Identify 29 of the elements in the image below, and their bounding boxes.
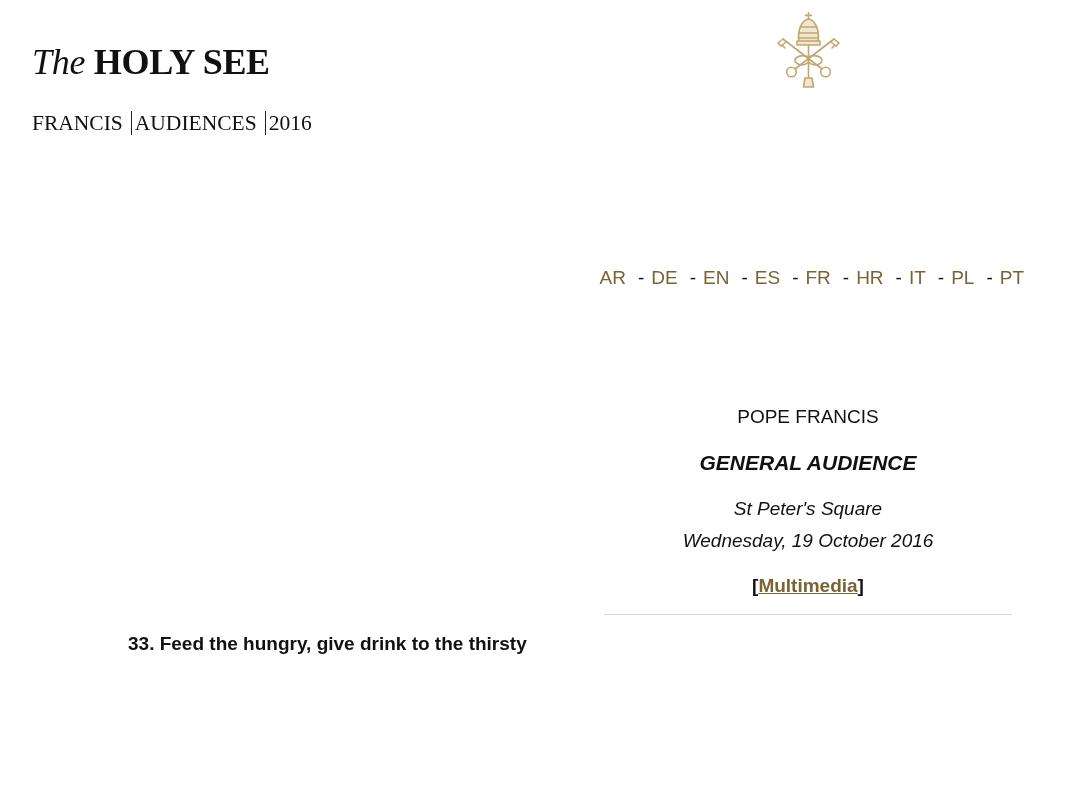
holy-see-logo[interactable]: The HOLY SEE: [32, 40, 270, 84]
language-separator: -: [895, 266, 902, 290]
breadcrumb-link[interactable]: FRANCIS: [32, 111, 123, 135]
place-text: St Peter's Square: [733, 497, 883, 521]
language-separator: -: [842, 266, 850, 290]
language-link[interactable]: PT: [999, 266, 1024, 290]
language-link[interactable]: PL: [951, 266, 975, 290]
language-separator: -: [792, 266, 799, 290]
multimedia-link[interactable]: Multimedia: [758, 575, 858, 596]
language-link[interactable]: EN: [703, 266, 730, 290]
language-link[interactable]: AR: [599, 266, 626, 290]
author-name: POPE FRANCIS: [737, 405, 879, 429]
language-link[interactable]: IT: [908, 266, 926, 290]
language-separator: -: [689, 266, 697, 290]
language-separator: -: [741, 266, 748, 290]
event-heading: GENERAL AUDIENCE: [699, 450, 917, 476]
audience-title: 33. Feed the hungry, give drink to the thirsty: [128, 632, 527, 656]
date-text: Wednesday, 19 October 2016: [682, 529, 934, 553]
language-separator: -: [638, 266, 645, 290]
breadcrumb-link[interactable]: AUDIENCES: [130, 111, 257, 135]
language-link[interactable]: DE: [651, 266, 678, 290]
language-link[interactable]: HR: [856, 266, 884, 290]
breadcrumb-link[interactable]: 2016: [264, 111, 312, 135]
language-link[interactable]: ES: [754, 266, 781, 290]
language-link[interactable]: FR: [805, 266, 831, 290]
multimedia-line: [Multimedia]: [752, 574, 864, 598]
tiara-and-keys-icon: [776, 12, 840, 88]
language-separator: -: [937, 266, 945, 290]
language-separator: -: [986, 266, 993, 290]
